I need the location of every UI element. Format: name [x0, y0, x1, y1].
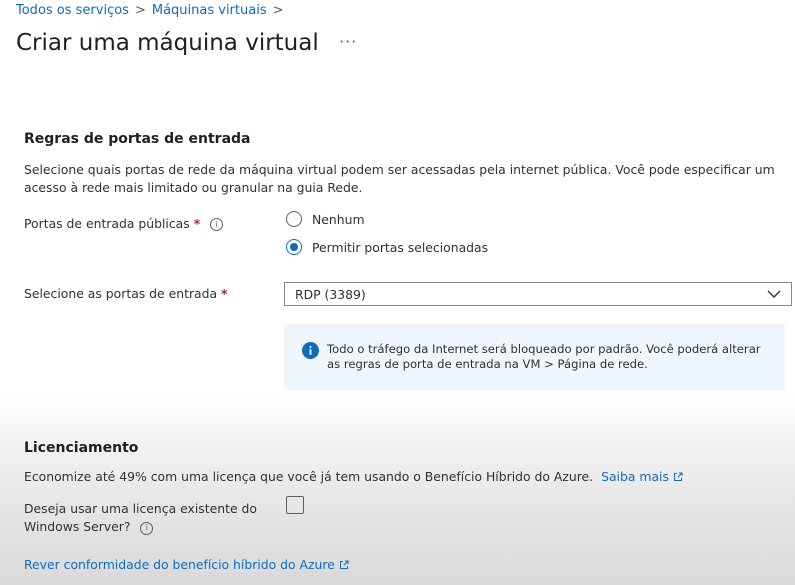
external-link-icon	[673, 472, 683, 481]
radio-label-none: Nenhum	[312, 211, 365, 227]
breadcrumb: Todos os serviços > Máquinas virtuais >	[16, 3, 284, 18]
info-icon[interactable]: i	[140, 521, 154, 535]
public-ports-label-text: Portas de entrada públicas	[24, 216, 190, 231]
breadcrumb-separator: >	[272, 3, 284, 18]
select-ports-label-text: Selecione as portas de entrada	[24, 286, 218, 301]
info-message-box: Todo o tráfego da Internet será bloquead…	[284, 324, 785, 390]
compliance-link-text: Rever conformidade do benefício híbrido …	[24, 557, 335, 572]
inbound-rules-heading: Regras de portas de entrada	[24, 131, 251, 147]
required-mark: *	[221, 286, 228, 301]
learn-more-link[interactable]: Saiba mais	[601, 469, 683, 484]
radio-button-allow-selected[interactable]	[286, 239, 302, 255]
radio-label-allow-selected: Permitir portas selecionadas	[312, 239, 489, 255]
learn-more-link-text: Saiba mais	[601, 469, 669, 484]
required-mark: *	[193, 216, 201, 231]
existing-license-checkbox[interactable]	[286, 496, 304, 514]
inbound-rules-description: Selecione quais portas de rede da máquin…	[24, 162, 775, 195]
info-message-text: Todo o tráfego da Internet será bloquead…	[327, 342, 761, 371]
info-icon[interactable]: i	[210, 218, 224, 231]
info-filled-icon	[302, 342, 319, 359]
compliance-link[interactable]: Rever conformidade do benefício híbrido …	[24, 557, 349, 572]
page-title: Criar uma máquina virtual	[16, 30, 319, 56]
chevron-down-icon	[767, 290, 781, 298]
external-link-icon	[339, 560, 349, 569]
licensing-description: Economize até 49% com uma licença que vo…	[24, 469, 594, 484]
radio-button-none[interactable]	[286, 211, 302, 227]
breadcrumb-all-services[interactable]: Todos os serviços	[16, 3, 129, 18]
licensing-heading: Licenciamento	[24, 440, 139, 456]
licensing-description-line: Economize até 49% com uma licença que vo…	[24, 468, 683, 486]
breadcrumb-virtual-machines[interactable]: Máquinas virtuais	[152, 3, 267, 18]
breadcrumb-separator: >	[134, 3, 146, 18]
existing-license-label: Deseja usar uma licença existente do Win…	[24, 500, 264, 536]
radio-option-allow-selected[interactable]: Permitir portas selecionadas	[286, 239, 488, 255]
inbound-ports-dropdown-value: RDP (3389)	[295, 286, 366, 302]
radio-option-none[interactable]: Nenhum	[286, 211, 365, 227]
select-ports-label: Selecione as portas de entrada *	[24, 286, 228, 301]
compliance-link-line: Rever conformidade do benefício híbrido …	[24, 556, 349, 574]
inbound-ports-dropdown[interactable]: RDP (3389)	[284, 282, 792, 306]
more-options-button[interactable]: ···	[339, 32, 357, 51]
public-ports-label: Portas de entrada públicas * i	[24, 216, 224, 231]
